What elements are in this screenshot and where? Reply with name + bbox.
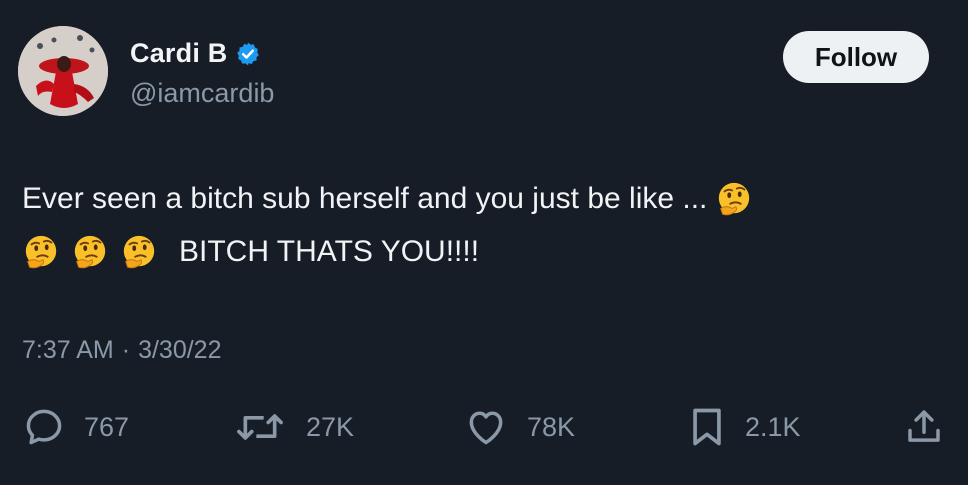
- retweet-icon: [237, 414, 283, 440]
- like-button[interactable]: 78K: [463, 405, 575, 449]
- user-handle[interactable]: @iamcardib: [130, 78, 274, 109]
- timestamp-date: 3/30/22: [138, 336, 222, 364]
- tweet-text-part-1: Ever seen a bitch sub herself and you ju…: [22, 182, 708, 215]
- verified-badge-icon: [235, 41, 261, 67]
- follow-button[interactable]: Follow: [783, 31, 929, 83]
- retweet-count: 27K: [306, 411, 355, 442]
- display-name[interactable]: Cardi B: [130, 38, 227, 69]
- reply-button[interactable]: 767: [22, 405, 129, 449]
- reply-icon: [26, 409, 62, 445]
- reply-count: 767: [84, 411, 130, 442]
- share-icon: [908, 410, 940, 442]
- share-button[interactable]: [903, 405, 945, 449]
- bookmark-count: 2.1K: [745, 411, 801, 442]
- name-row: Cardi B: [130, 38, 261, 69]
- thinking-face-emoji-icon: [74, 235, 106, 268]
- tweet-text-line-1: Ever seen a bitch sub herself and you ju…: [22, 172, 922, 225]
- tweet-card: Cardi B @iamcardib Follow Ever seen a bi…: [0, 0, 968, 485]
- avatar[interactable]: [18, 26, 108, 116]
- like-count: 78K: [527, 411, 576, 442]
- avatar-image: [18, 26, 108, 116]
- thinking-face-emoji-icon: [719, 182, 750, 215]
- heart-icon: [469, 411, 503, 445]
- timestamp-separator: ·: [121, 336, 131, 364]
- bookmark-button[interactable]: 2.1K: [687, 405, 801, 449]
- tweet-text: Ever seen a bitch sub herself and you ju…: [22, 172, 922, 278]
- timestamp-time: 7:37 AM: [22, 336, 114, 364]
- thinking-face-emoji-icon: [123, 235, 155, 268]
- tweet-text-line-2: BITCH THATS YOU!!!!: [22, 225, 922, 278]
- retweet-button[interactable]: 27K: [232, 405, 354, 449]
- bookmark-icon: [693, 408, 721, 446]
- thinking-face-emoji-icon: [25, 235, 57, 268]
- tweet-timestamp[interactable]: 7:37 AM · 3/30/22: [22, 336, 221, 365]
- tweet-text-part-2: BITCH THATS YOU!!!!: [179, 235, 480, 268]
- action-bar: 767 27K 78K 2.1K: [0, 405, 968, 450]
